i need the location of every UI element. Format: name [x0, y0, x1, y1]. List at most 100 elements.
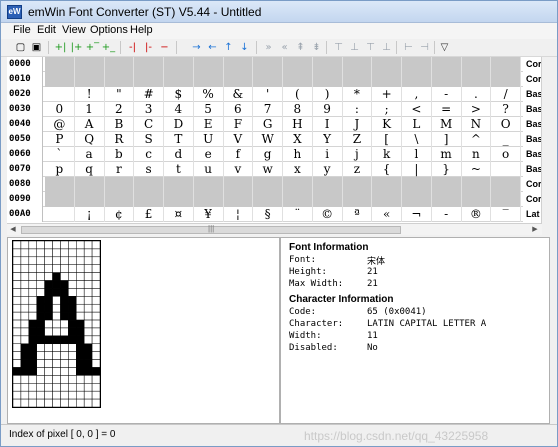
glyph-pixel[interactable] [83, 256, 93, 265]
char-cell[interactable]: > [462, 102, 492, 117]
glyph-pixel[interactable] [36, 241, 45, 250]
char-cell[interactable]: q [75, 162, 105, 177]
glyph-pixel[interactable] [44, 367, 53, 376]
glyph-pixel[interactable] [52, 288, 61, 297]
glyph-pixel[interactable] [60, 256, 69, 265]
glyph-pixel[interactable] [13, 296, 22, 305]
glyph-pixel[interactable] [36, 351, 45, 360]
char-cell[interactable] [462, 192, 492, 207]
glyph-pixel[interactable] [20, 296, 30, 305]
glyph-pixel[interactable] [68, 390, 77, 400]
character-grid[interactable]: 0000 Cor 0010 Cor 0020! " # $% & '() * +, -. / Bas 0030… [7, 57, 549, 223]
glyph-pixel[interactable] [91, 280, 100, 289]
glyph-pixel[interactable] [52, 367, 61, 376]
glyph-pixel[interactable] [44, 398, 53, 407]
align-baseline-disabled-icon[interactable]: ⊥ [379, 40, 394, 55]
char-cell[interactable]: ` [45, 147, 75, 162]
glyph-pixel[interactable] [68, 303, 77, 313]
glyph-pixel[interactable] [91, 383, 100, 392]
glyph-pixel[interactable] [20, 288, 30, 297]
char-cell[interactable] [372, 192, 402, 207]
char-cell[interactable]: M [432, 117, 462, 132]
char-cell[interactable]: ¤ [164, 207, 194, 222]
glyph-pixel[interactable] [60, 272, 69, 281]
char-cell[interactable]: % [194, 87, 224, 102]
glyph-pixel[interactable] [68, 383, 77, 392]
char-cell[interactable]: A [75, 117, 105, 132]
shift-left-icon[interactable]: ← [205, 40, 220, 55]
char-cell[interactable]: P [45, 132, 75, 147]
glyph-pixel[interactable] [68, 296, 77, 305]
char-cell[interactable] [343, 192, 373, 207]
char-cell[interactable] [105, 72, 135, 87]
char-cell[interactable]: - [432, 87, 462, 102]
char-cell[interactable] [462, 57, 492, 72]
char-cell[interactable]: \ [402, 132, 432, 147]
char-cell[interactable] [224, 192, 254, 207]
char-cell[interactable]: @ [45, 117, 75, 132]
glyph-pixel[interactable] [83, 343, 93, 352]
glyph-pixel[interactable] [91, 327, 100, 337]
glyph-pixel[interactable] [28, 288, 37, 297]
glyph-pixel[interactable] [76, 367, 85, 376]
char-cell[interactable]: ‾ [491, 207, 521, 222]
glyph-pixel[interactable] [36, 272, 45, 281]
char-cell[interactable]: v [224, 162, 254, 177]
glyph-pixel[interactable] [83, 288, 93, 297]
char-cell[interactable]: ¬ [402, 207, 432, 222]
new-file-icon[interactable]: ▢ [13, 40, 28, 55]
char-cell[interactable]: b [105, 147, 135, 162]
insert-row-top-icon[interactable]: +‾ [85, 40, 100, 55]
glyph-pixel[interactable] [91, 303, 100, 313]
char-cell[interactable]: x [283, 162, 313, 177]
glyph-pixel[interactable] [76, 319, 85, 329]
glyph-pixel[interactable] [52, 398, 61, 407]
char-cell[interactable]: S [134, 132, 164, 147]
char-cell[interactable] [491, 72, 521, 87]
glyph-pixel[interactable] [20, 351, 30, 360]
glyph-pixel[interactable] [13, 343, 22, 352]
char-cell[interactable] [75, 177, 105, 192]
char-cell[interactable]: [ [372, 132, 402, 147]
glyph-pixel[interactable] [20, 241, 30, 250]
char-cell[interactable] [343, 72, 373, 87]
glyph-pixel[interactable] [44, 303, 53, 313]
glyph-pixel[interactable] [44, 327, 53, 337]
glyph-pixel[interactable] [83, 390, 93, 400]
glyph-pixel[interactable] [68, 311, 77, 321]
char-cell[interactable] [313, 192, 343, 207]
glyph-pixel[interactable] [91, 296, 100, 305]
char-cell[interactable] [194, 72, 224, 87]
shift-right-icon[interactable]: → [189, 40, 204, 55]
glyph-pixel[interactable] [13, 311, 22, 321]
char-cell[interactable] [402, 192, 432, 207]
glyph-pixel[interactable] [68, 256, 77, 265]
glyph-pixel[interactable] [52, 343, 61, 352]
glyph-pixel[interactable] [13, 383, 22, 392]
glyph-pixel[interactable] [68, 327, 77, 337]
char-cell[interactable] [75, 192, 105, 207]
glyph-pixel[interactable] [83, 296, 93, 305]
glyph-pixel[interactable] [91, 359, 100, 368]
glyph-pixel[interactable] [28, 303, 37, 313]
char-cell[interactable]: y [313, 162, 343, 177]
char-cell[interactable]: J [343, 117, 373, 132]
char-cell[interactable]: ® [462, 207, 492, 222]
glyph-pixel[interactable] [20, 367, 30, 376]
char-cell[interactable]: 4 [164, 102, 194, 117]
char-cell[interactable]: e [194, 147, 224, 162]
scroll-right-arrow-icon[interactable]: ▶ [529, 224, 541, 235]
glyph-pixel[interactable] [20, 272, 30, 281]
glyph-pixel[interactable] [20, 327, 30, 337]
glyph-pixel[interactable] [52, 303, 61, 313]
glyph-pixel[interactable] [28, 248, 37, 258]
char-cell[interactable]: { [372, 162, 402, 177]
char-cell[interactable]: ¥ [194, 207, 224, 222]
char-cell[interactable]: G [253, 117, 283, 132]
char-cell[interactable]: W [253, 132, 283, 147]
glyph-pixel[interactable] [76, 272, 85, 281]
scroll-thumb[interactable]: ||| [21, 224, 401, 234]
char-cell[interactable]: c [134, 147, 164, 162]
glyph-pixel[interactable] [68, 335, 77, 345]
char-cell[interactable]: B [105, 117, 135, 132]
